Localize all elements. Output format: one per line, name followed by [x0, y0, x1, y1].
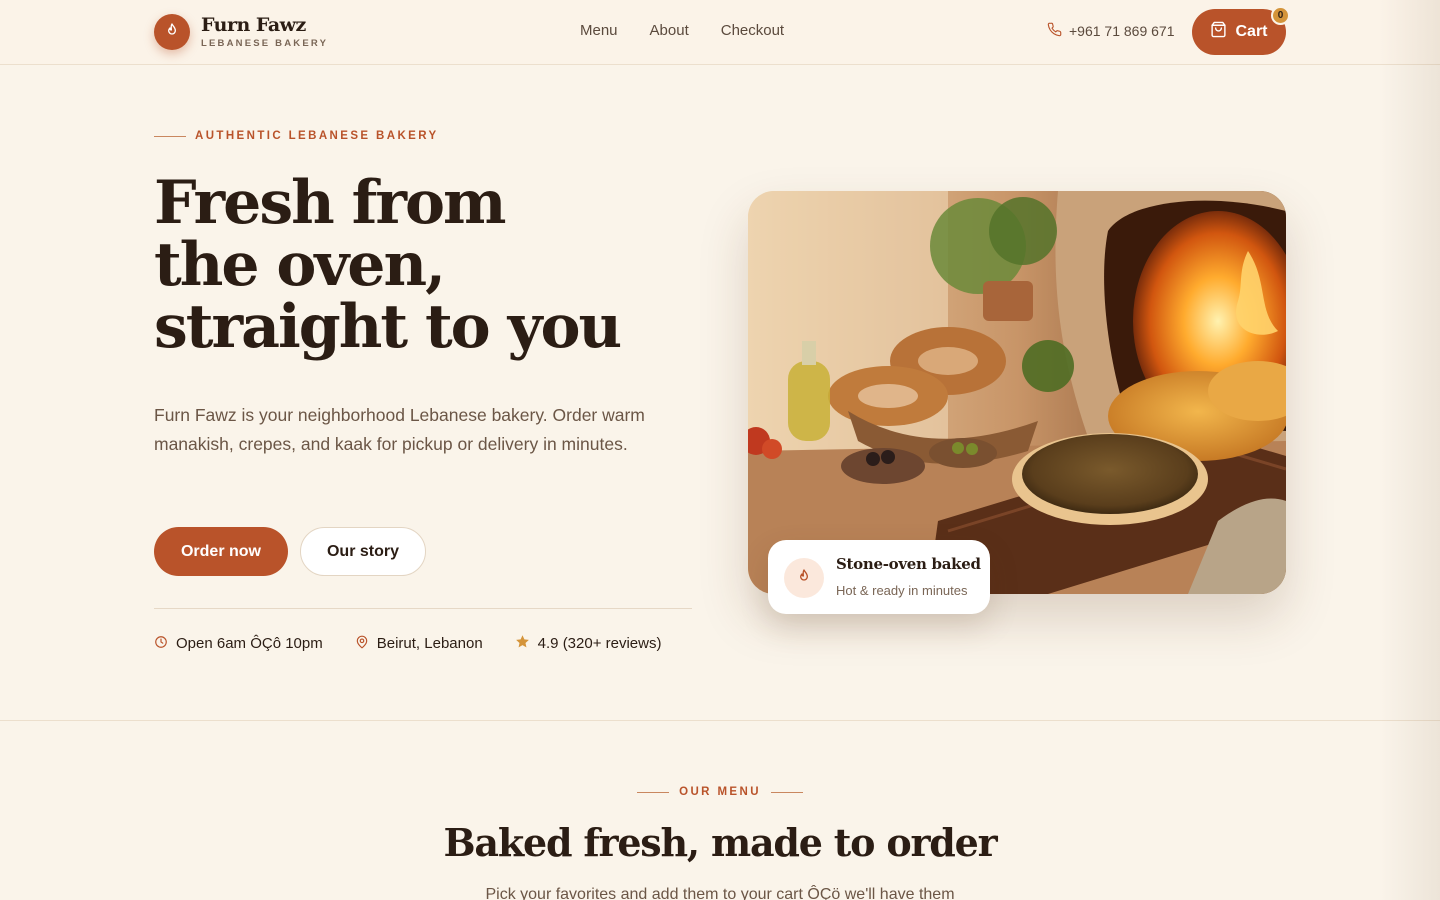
hero-title: Fresh from the oven, straight to you — [154, 172, 714, 358]
nav-about-link[interactable]: About — [650, 22, 689, 39]
eyebrow-line-right — [770, 791, 803, 793]
cart-label: Cart — [1235, 23, 1268, 40]
hero-divider — [154, 608, 692, 609]
cart-count-badge: 0 — [1271, 6, 1290, 25]
site-header: Furn Fawz LEBANESE BAKERY Menu About Che… — [0, 0, 1440, 65]
section-divider — [0, 720, 1440, 721]
brand-name[interactable]: Furn Fawz — [201, 14, 306, 36]
hero-facts: Open 6am ÔÇô 10pm Beirut, Lebanon 4.9 (3… — [154, 634, 661, 653]
shopping-bag-icon — [1210, 21, 1227, 43]
location-text: Beirut, Lebanon — [376, 635, 483, 652]
main-nav: Menu About Checkout — [580, 22, 784, 39]
order-now-button[interactable]: Order now — [154, 527, 288, 576]
hours-text: Open 6am ÔÇô 10pm — [176, 635, 323, 652]
rating-text: 4.9 (320+ reviews) — [537, 635, 662, 652]
eyebrow-line — [154, 135, 186, 137]
eyebrow-line-left — [637, 791, 670, 793]
flame-icon — [796, 568, 812, 589]
hours-fact: Open 6am ÔÇô 10pm — [154, 635, 323, 653]
star-icon — [515, 634, 530, 653]
phone-link[interactable]: +961 71 869 671 — [1047, 22, 1175, 40]
hero-description: Furn Fawz is your neighborhood Lebanese … — [154, 405, 645, 454]
nav-checkout-link[interactable]: Checkout — [721, 22, 784, 39]
rating-fact: 4.9 (320+ reviews) — [515, 634, 662, 653]
nav-menu-link[interactable]: Menu — [580, 22, 618, 39]
hero-image — [748, 191, 1286, 594]
menu-eyebrow: OUR MENU — [0, 786, 1440, 798]
hero-title-line-2: the oven, — [154, 230, 446, 300]
phone-icon — [1047, 22, 1062, 40]
flame-icon — [164, 22, 180, 43]
phone-number: +961 71 869 671 — [1069, 23, 1175, 39]
map-pin-icon — [355, 635, 369, 653]
hero-eyebrow-text: AUTHENTIC LEBANESE BAKERY — [195, 130, 439, 142]
menu-subtitle: Pick your favorites and add them to your… — [485, 886, 955, 900]
hero-title-line-1: Fresh from — [154, 168, 507, 238]
logo-mark[interactable] — [154, 14, 190, 50]
page-edge-shadow — [1380, 0, 1440, 900]
badge-subtitle: Hot & ready in minutes — [836, 583, 968, 598]
stone-oven-badge: Stone-oven baked Hot & ready in minutes — [768, 540, 990, 614]
badge-icon-circle — [784, 558, 824, 598]
menu-title: Baked fresh, made to order — [443, 820, 998, 865]
hero-title-line-3: straight to you — [154, 292, 622, 362]
our-story-button[interactable]: Our story — [300, 527, 426, 576]
location-fact: Beirut, Lebanon — [355, 635, 483, 653]
badge-title: Stone-oven baked — [836, 555, 981, 573]
brand-tagline: LEBANESE BAKERY — [201, 38, 329, 49]
menu-eyebrow-text: OUR MENU — [679, 786, 761, 798]
clock-icon — [154, 635, 168, 653]
hero-eyebrow: AUTHENTIC LEBANESE BAKERY — [154, 130, 439, 142]
